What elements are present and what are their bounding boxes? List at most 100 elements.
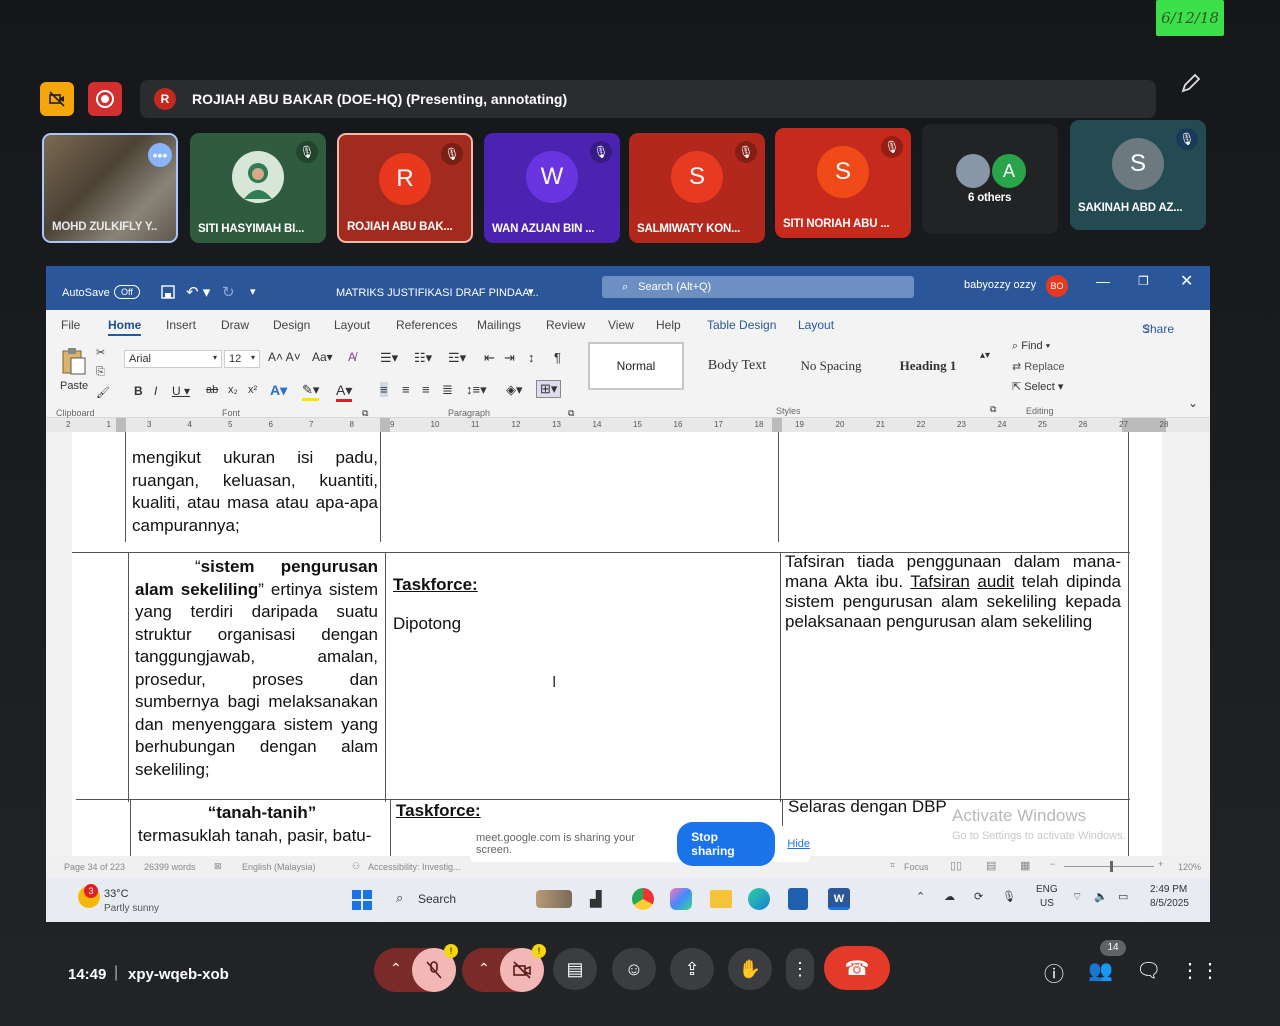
taskbar-date[interactable]: 8/5/2025 (1150, 898, 1189, 909)
focus-label[interactable]: Focus (904, 862, 929, 872)
cut-icon[interactable]: ✂ (96, 346, 105, 359)
input-language[interactable]: ENG (1036, 884, 1058, 895)
page-count[interactable]: Page 34 of 223 (64, 862, 125, 872)
style-normal[interactable]: Normal (588, 342, 684, 390)
read-mode-icon[interactable]: ▯▯ (950, 859, 962, 872)
camera-off-icon[interactable] (40, 82, 74, 116)
bullets-icon[interactable]: ☰▾ (380, 350, 398, 366)
italic-button[interactable]: I (154, 384, 157, 398)
superscript-button[interactable]: x² (248, 384, 257, 396)
captions-icon[interactable]: ▤ (553, 948, 597, 990)
emoji-icon[interactable]: ☺ (612, 948, 656, 990)
increase-indent-icon[interactable]: ⇥ (504, 350, 515, 366)
annotate-pen-icon[interactable] (1178, 72, 1202, 102)
table-cell-r2c1[interactable]: “sistem pengurusan alam sekeliling” erti… (135, 556, 378, 781)
weather-temp[interactable]: 33°C (104, 888, 129, 900)
wifi-icon[interactable]: ⌔ (1072, 890, 1082, 904)
edge-icon[interactable] (748, 888, 770, 910)
style-body-text[interactable]: Body Text (692, 342, 782, 390)
find-button[interactable]: ⌕ Find ▾ (1012, 340, 1050, 353)
taskbar-clock[interactable]: 2:49 PM (1150, 884, 1187, 895)
zoom-level[interactable]: 120% (1178, 862, 1201, 872)
more-options-icon[interactable]: ••• (148, 143, 172, 167)
underline-button[interactable]: U ▾ (172, 384, 190, 398)
chevron-down-icon[interactable]: ▾ (528, 285, 534, 298)
participant-tile-others[interactable]: A 6 others (922, 124, 1058, 234)
zoom-out-icon[interactable]: − (1050, 859, 1055, 869)
replace-button[interactable]: ⇄ Replace (1012, 360, 1065, 373)
windows-start-icon[interactable] (352, 890, 372, 910)
zoom-in-icon[interactable]: + (1158, 859, 1163, 869)
clear-format-icon[interactable]: A̸ (348, 350, 356, 364)
tab-home[interactable]: Home (108, 318, 142, 336)
user-name[interactable]: babyozzy ozzy (964, 279, 1036, 291)
collapse-ribbon-icon[interactable]: ⌄ (1188, 396, 1198, 410)
participant-tile-3[interactable]: W 🎙 WAN AZUAN BIN ... (484, 133, 620, 243)
paste-icon[interactable] (58, 346, 88, 376)
sort-icon[interactable]: ↕ (528, 350, 535, 365)
zoom-slider-thumb[interactable] (1110, 861, 1113, 872)
subscript-button[interactable]: x₂ (228, 384, 238, 396)
borders-icon[interactable]: ⊞▾ (536, 380, 562, 398)
mic-control[interactable]: ⌃ ! (374, 944, 458, 992)
raise-hand-icon[interactable]: ✋ (728, 948, 772, 990)
user-avatar[interactable]: BO (1046, 275, 1068, 297)
highlight-icon[interactable]: ✎▾ (302, 382, 320, 401)
pilcrow-icon[interactable]: ¶ (554, 350, 561, 365)
weather-desc[interactable]: Partly sunny (104, 903, 159, 914)
align-center-icon[interactable]: ≡ (402, 382, 410, 397)
participant-tile-0[interactable]: ••• MOHD ZULKIFLY Y.. (42, 133, 178, 243)
copilot-icon[interactable] (670, 888, 692, 910)
tab-table-design[interactable]: Table Design (707, 318, 776, 332)
save-icon[interactable] (160, 284, 176, 303)
show-hidden-icons[interactable]: ⌃ (916, 890, 925, 903)
table-cell-r3c1[interactable]: “tanah-tanih” termasuklah tanah, pasir, … (138, 802, 386, 847)
file-explorer-icon[interactable] (710, 890, 732, 908)
align-left-icon[interactable]: ≡ (380, 382, 388, 397)
chrome-icon[interactable] (632, 888, 654, 910)
taskbar-search[interactable]: Search (418, 892, 456, 906)
input-region[interactable]: US (1040, 898, 1054, 909)
word-icon[interactable]: W (828, 888, 850, 910)
proofing-icon[interactable]: ⊠ (214, 861, 222, 872)
info-icon[interactable]: ⓘ (1044, 958, 1064, 987)
styles-dialog-icon[interactable]: ⧉ (990, 404, 996, 415)
participant-tile-2[interactable]: R 🎙 ROJIAH ABU BAK... (337, 133, 473, 243)
minimize-icon[interactable]: — (1096, 273, 1110, 289)
table-cell-r2c3[interactable]: Tafsiran tiada penggunaan dalam mana-man… (785, 552, 1121, 632)
ruler-column-marker[interactable] (380, 418, 390, 432)
copy-icon[interactable]: ⎘ (96, 366, 105, 379)
onedrive-icon[interactable]: ☁ (944, 890, 955, 903)
font-color-icon[interactable]: A▾ (336, 382, 353, 402)
paste-label[interactable]: Paste (60, 380, 88, 392)
tab-review[interactable]: Review (546, 318, 585, 332)
accessibility-icon[interactable]: ⚇ (352, 861, 360, 872)
undo-icon[interactable]: ↶ ▾ (186, 283, 210, 301)
bold-button[interactable]: B (134, 384, 143, 398)
styles-scroll-icon[interactable]: ▴▾ (980, 350, 990, 361)
tab-design[interactable]: Design (273, 318, 310, 332)
tab-table-layout[interactable]: Layout (798, 318, 834, 332)
record-icon[interactable] (88, 82, 122, 116)
focus-icon[interactable]: ⌗ (890, 860, 895, 871)
print-layout-icon[interactable]: ▤ (986, 859, 996, 872)
style-no-spacing[interactable]: No Spacing (786, 342, 876, 390)
document-page[interactable]: mengikut ukuran isi padu, ruangan, kelua… (72, 432, 1162, 856)
more-options-icon[interactable]: ⋮ (786, 948, 814, 990)
word-count[interactable]: 26399 words (144, 862, 196, 872)
align-right-icon[interactable]: ≡ (422, 382, 430, 397)
multilevel-list-icon[interactable]: ☲▾ (448, 350, 466, 366)
text-effects-icon[interactable]: A▾ (270, 382, 287, 399)
tab-layout[interactable]: Layout (334, 318, 370, 332)
tab-help[interactable]: Help (656, 318, 681, 332)
present-icon[interactable]: ⇪ (670, 948, 714, 990)
activities-icon[interactable]: ⋮⋮ (1180, 958, 1220, 983)
tab-file[interactable]: File (61, 318, 80, 332)
ruler-column-marker[interactable] (772, 418, 782, 432)
zoom-slider[interactable] (1064, 866, 1154, 867)
font-name-field[interactable]: Arial ▾ (124, 350, 222, 368)
sync-icon[interactable]: ⟳ (974, 890, 983, 903)
style-heading-1[interactable]: Heading 1 (882, 342, 974, 390)
store-icon[interactable] (788, 888, 808, 910)
people-icon[interactable]: 👥 (1088, 958, 1113, 983)
